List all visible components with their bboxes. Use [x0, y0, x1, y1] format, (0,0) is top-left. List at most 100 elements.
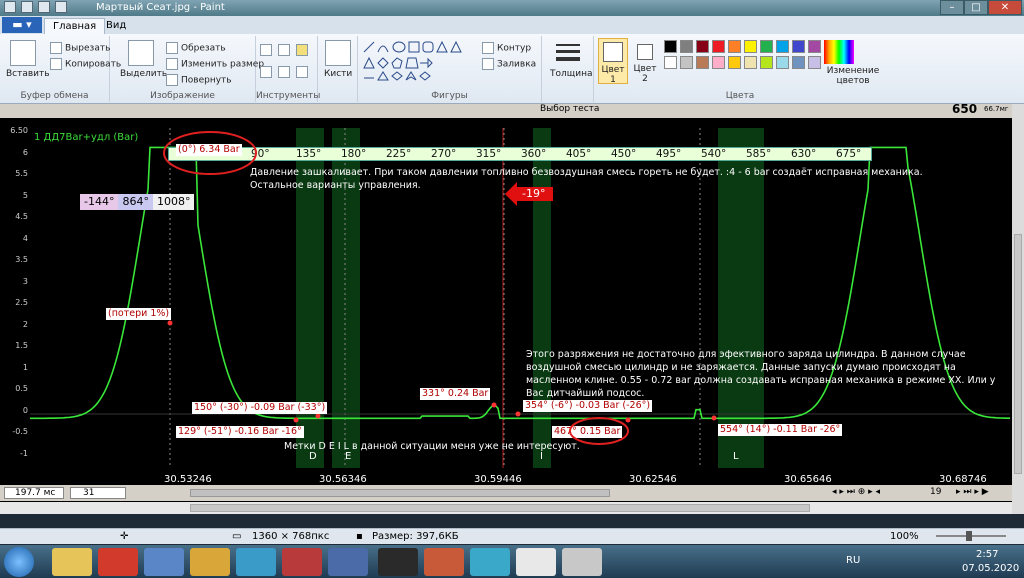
undo-icon[interactable] — [38, 1, 50, 13]
zoom-level: 100% — [890, 531, 919, 542]
tab-home[interactable]: Главная — [44, 18, 106, 34]
palette-swatch[interactable] — [792, 56, 805, 69]
select-button[interactable]: Выделить — [120, 69, 167, 79]
palette-swatch[interactable] — [712, 56, 725, 69]
tab-view[interactable]: Вид — [98, 18, 134, 34]
palette-swatch[interactable] — [744, 56, 757, 69]
horizontal-scroll-thumb[interactable] — [190, 504, 810, 512]
label-129: 129° (-51°) -0.16 Bar -16° — [176, 426, 304, 438]
channel-select[interactable]: 31 — [70, 487, 126, 499]
outline-dropdown[interactable]: Контур — [482, 42, 531, 54]
vertical-scrollbar[interactable] — [1012, 104, 1024, 514]
paste-button[interactable]: Вставить — [6, 69, 50, 79]
maximize-button[interactable]: □ — [964, 0, 988, 15]
eraser-button[interactable] — [260, 66, 275, 78]
nav-buttons-left[interactable]: ◂ ▸ ⏭ ⊕ ▸ ◂ — [832, 487, 880, 497]
y-tick-label: 3.5 — [15, 255, 28, 264]
paint-app-icon[interactable] — [4, 1, 16, 13]
cut-button[interactable]: Вырезать — [50, 42, 110, 54]
palette-swatch[interactable] — [808, 56, 821, 69]
rotate-label: Повернуть — [181, 75, 232, 86]
palette-swatch[interactable] — [776, 40, 789, 53]
car-task-icon[interactable] — [282, 548, 322, 576]
size-button[interactable]: Толщина — [550, 69, 592, 79]
palette-swatch[interactable] — [760, 56, 773, 69]
palette-swatch[interactable] — [680, 56, 693, 69]
app-task-icon[interactable] — [144, 548, 184, 576]
palette-swatch[interactable] — [728, 40, 741, 53]
palette-swatch[interactable] — [664, 56, 677, 69]
palette-swatch[interactable] — [664, 40, 677, 53]
y-tick-label: 2 — [22, 319, 28, 329]
color2-button[interactable]: Цвет 2 — [632, 38, 658, 84]
marker-e: E — [345, 451, 352, 462]
save-icon[interactable] — [21, 1, 33, 13]
marker-i: I — [540, 451, 543, 462]
opera-task-icon[interactable] — [98, 548, 138, 576]
brushes-button[interactable]: Кисти — [324, 69, 352, 79]
minimize-button[interactable]: – — [940, 0, 964, 15]
palette-swatch[interactable] — [728, 56, 741, 69]
palette-swatch[interactable] — [696, 40, 709, 53]
vasya-task-icon[interactable] — [516, 548, 556, 576]
crop-icon — [166, 42, 178, 54]
select-test-label[interactable]: Выбор теста — [540, 104, 599, 114]
vertical-scroll-thumb[interactable] — [1014, 234, 1022, 474]
start-button[interactable] — [4, 547, 34, 577]
shapes-gallery-icon[interactable] — [362, 40, 474, 84]
oscillogram-canvas[interactable]: 1 ДД7Ваr+удл (Bar) 90° 135° 180° 225° 270° 31… — [0, 118, 1012, 502]
zoom-slider[interactable] — [936, 531, 1006, 541]
palette-swatch[interactable] — [808, 40, 821, 53]
palette-swatch[interactable] — [760, 40, 773, 53]
clock-time[interactable]: 2:57 — [976, 549, 998, 560]
palette-swatch[interactable] — [744, 40, 757, 53]
close-button[interactable]: ✕ — [988, 0, 1022, 15]
colors-group: Цвет 1 Цвет 2 Изменение цветов Цвета — [594, 36, 886, 102]
palette-swatch[interactable] — [776, 56, 789, 69]
palette-swatch[interactable] — [792, 40, 805, 53]
trace-point — [515, 411, 521, 417]
edit-colors-button[interactable]: Изменение цветов — [824, 66, 882, 86]
signal-task-icon[interactable] — [378, 548, 418, 576]
chat-task-icon[interactable] — [470, 548, 510, 576]
explorer-task-icon[interactable] — [52, 548, 92, 576]
scope-task-icon[interactable] — [236, 548, 276, 576]
color-picker-button[interactable] — [278, 66, 293, 78]
y-tick-label: -0.5 — [12, 427, 28, 436]
magnifier-button[interactable] — [296, 66, 311, 78]
language-indicator[interactable]: RU — [846, 555, 860, 566]
scissors-icon — [50, 42, 62, 54]
text-button[interactable] — [296, 44, 311, 56]
media-task-icon[interactable] — [424, 548, 464, 576]
crop-button[interactable]: Обрезать — [166, 42, 226, 54]
palette-swatch[interactable] — [696, 56, 709, 69]
tool-task-icon[interactable] — [190, 548, 230, 576]
cursor-a-value: -144° — [80, 194, 119, 210]
windows-taskbar: RU 2:57 07.05.2020 — [0, 545, 1024, 578]
rotate-button[interactable]: Повернуть — [166, 74, 232, 86]
timebase-select[interactable]: 197.7 мс — [4, 487, 64, 499]
palette-swatch[interactable] — [712, 40, 725, 53]
diag-task-icon[interactable] — [328, 548, 368, 576]
palette-swatch[interactable] — [680, 40, 693, 53]
y-tick-label: 1.5 — [15, 341, 28, 350]
marker-l: L — [733, 451, 739, 462]
angle-tick: 405° — [566, 148, 592, 160]
fill-dropdown[interactable]: Заливка — [482, 58, 536, 70]
color1-button[interactable]: Цвет 1 — [598, 38, 628, 85]
file-menu-button[interactable]: ▬ ▾ — [2, 17, 42, 33]
clock-date[interactable]: 07.05.2020 — [962, 563, 1019, 574]
page-number: 19 — [930, 487, 942, 497]
fill-icon — [482, 58, 494, 70]
resize-button[interactable]: Изменить размер — [166, 58, 264, 70]
nav-buttons-right[interactable]: ▸ ⏭ ▸ ▶ — [956, 487, 989, 497]
pencil-button[interactable] — [260, 44, 275, 56]
time-scrollbar[interactable] — [190, 489, 610, 497]
redo-icon[interactable] — [55, 1, 67, 13]
image-dimensions: 1360 × 768пкс — [252, 531, 330, 542]
paint-task-icon[interactable] — [562, 548, 602, 576]
horizontal-scrollbar[interactable] — [0, 502, 1012, 514]
angle-tick: 360° — [521, 148, 547, 160]
fill-bucket-button[interactable] — [278, 44, 293, 56]
shapes-group-label: Фигуры — [431, 91, 468, 101]
